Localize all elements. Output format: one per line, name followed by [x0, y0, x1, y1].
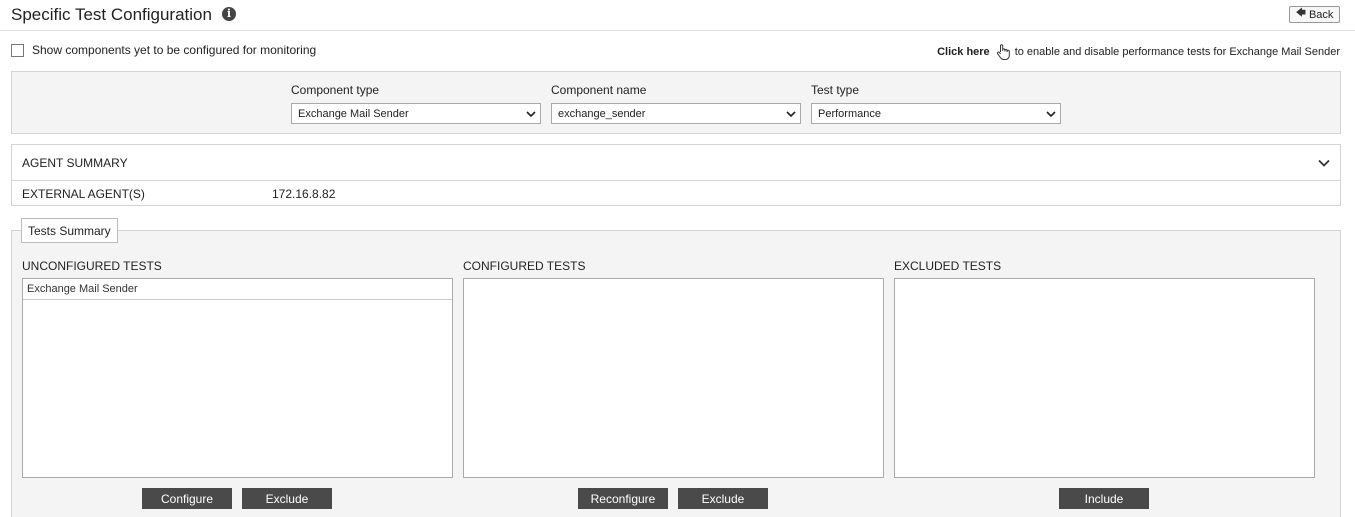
info-icon[interactable]: i [222, 7, 236, 21]
back-button[interactable]: 🡄 Back [1289, 6, 1340, 23]
component-name-select[interactable]: exchange_sender [551, 103, 801, 124]
show-unconfigured-option: Show components yet to be configured for… [11, 43, 316, 57]
agent-summary-header[interactable]: AGENT SUMMARY [12, 145, 1340, 181]
unconfigured-tests-title: UNCONFIGURED TESTS [22, 259, 162, 273]
click-here-description: to enable and disable performance tests … [1014, 46, 1340, 58]
arrow-left-icon: 🡄 [1295, 8, 1306, 19]
chevron-down-icon [1042, 104, 1060, 123]
component-name-value: exchange_sender [558, 107, 646, 120]
back-button-label: Back [1308, 8, 1334, 21]
test-type-select[interactable]: Performance [811, 103, 1061, 124]
exclude-configured-button[interactable]: Exclude [678, 488, 768, 509]
excluded-tests-list[interactable] [894, 278, 1315, 478]
page-title: Specific Test Configuration [11, 5, 212, 24]
external-agents-row: EXTERNAL AGENT(S) 172.16.8.82 [12, 181, 1340, 206]
chevron-down-icon [522, 104, 540, 123]
component-type-label: Component type [291, 83, 380, 97]
list-item[interactable]: Exchange Mail Sender [23, 279, 452, 300]
component-type-value: Exchange Mail Sender [298, 107, 409, 120]
excluded-tests-title: EXCLUDED TESTS [894, 259, 1002, 273]
external-agents-value: 172.16.8.82 [272, 186, 336, 201]
exclude-unconfigured-button[interactable]: Exclude [242, 488, 332, 509]
filter-panel: Component type Exchange Mail Sender Comp… [11, 71, 1341, 134]
include-button[interactable]: Include [1059, 488, 1149, 509]
configured-tests-list[interactable] [463, 278, 884, 478]
test-type-label: Test type [811, 83, 860, 97]
configured-tests-title: CONFIGURED TESTS [463, 259, 586, 273]
agent-summary-panel: AGENT SUMMARY EXTERNAL AGENT(S) 172.16.8… [11, 144, 1341, 206]
show-unconfigured-label[interactable]: Show components yet to be configured for… [32, 43, 316, 57]
configure-button[interactable]: Configure [142, 488, 232, 509]
hand-pointer-icon[interactable] [994, 43, 1012, 61]
chevron-down-icon [782, 104, 800, 123]
agent-summary-title: AGENT SUMMARY [22, 155, 128, 170]
unconfigured-tests-list[interactable]: Exchange Mail Sender [22, 278, 453, 478]
click-here-row: Click here to enable and disable perform… [937, 43, 1340, 61]
chevron-down-icon[interactable] [1318, 154, 1330, 172]
test-type-filter: Test type Performance [811, 83, 1061, 124]
test-type-value: Performance [818, 107, 881, 120]
external-agents-label: EXTERNAL AGENT(S) [22, 186, 145, 201]
show-unconfigured-checkbox[interactable] [11, 43, 24, 57]
click-here-link[interactable]: Click here [937, 46, 990, 58]
component-name-filter: Component name exchange_sender [551, 83, 801, 124]
component-type-filter: Component type Exchange Mail Sender [291, 83, 541, 124]
title-bar: Specific Test Configuration i 🡄 Back [0, 0, 1355, 31]
component-type-select[interactable]: Exchange Mail Sender [291, 103, 541, 124]
reconfigure-button[interactable]: Reconfigure [578, 488, 668, 509]
tab-tests-summary[interactable]: Tests Summary [21, 218, 118, 243]
component-name-label: Component name [551, 83, 647, 97]
